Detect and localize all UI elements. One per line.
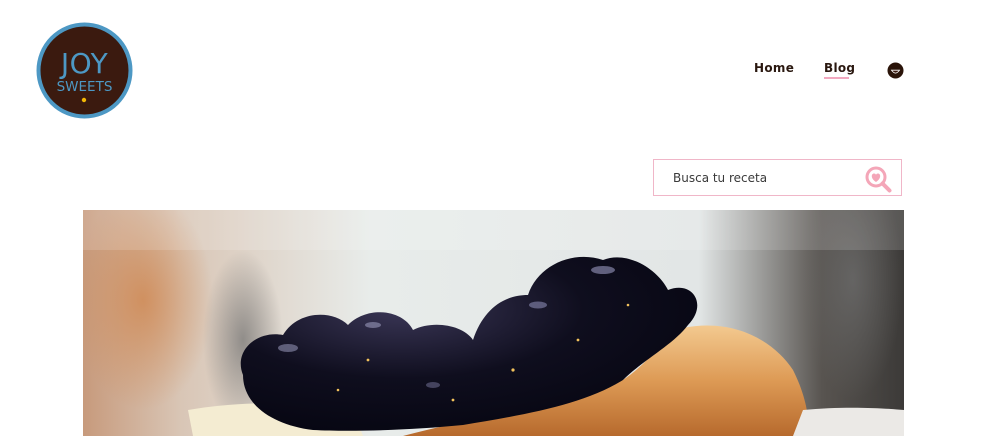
search-input[interactable] — [673, 160, 858, 195]
nav-item-blog[interactable]: Blog — [824, 61, 855, 75]
hero-image-blueberry-cheesecake — [83, 210, 904, 436]
smiley-icon[interactable] — [887, 62, 904, 79]
nav-active-underline — [824, 77, 849, 79]
logo-text-sweets: SWEETS — [57, 79, 113, 95]
nav-item-home[interactable]: Home — [754, 61, 794, 75]
page: JOY SWEETS Home Blog — [0, 0, 987, 436]
main-nav: Home Blog — [0, 61, 987, 81]
recipe-search — [653, 159, 902, 196]
heart-magnifier-icon[interactable] — [865, 166, 892, 193]
logo-dot — [81, 97, 87, 103]
